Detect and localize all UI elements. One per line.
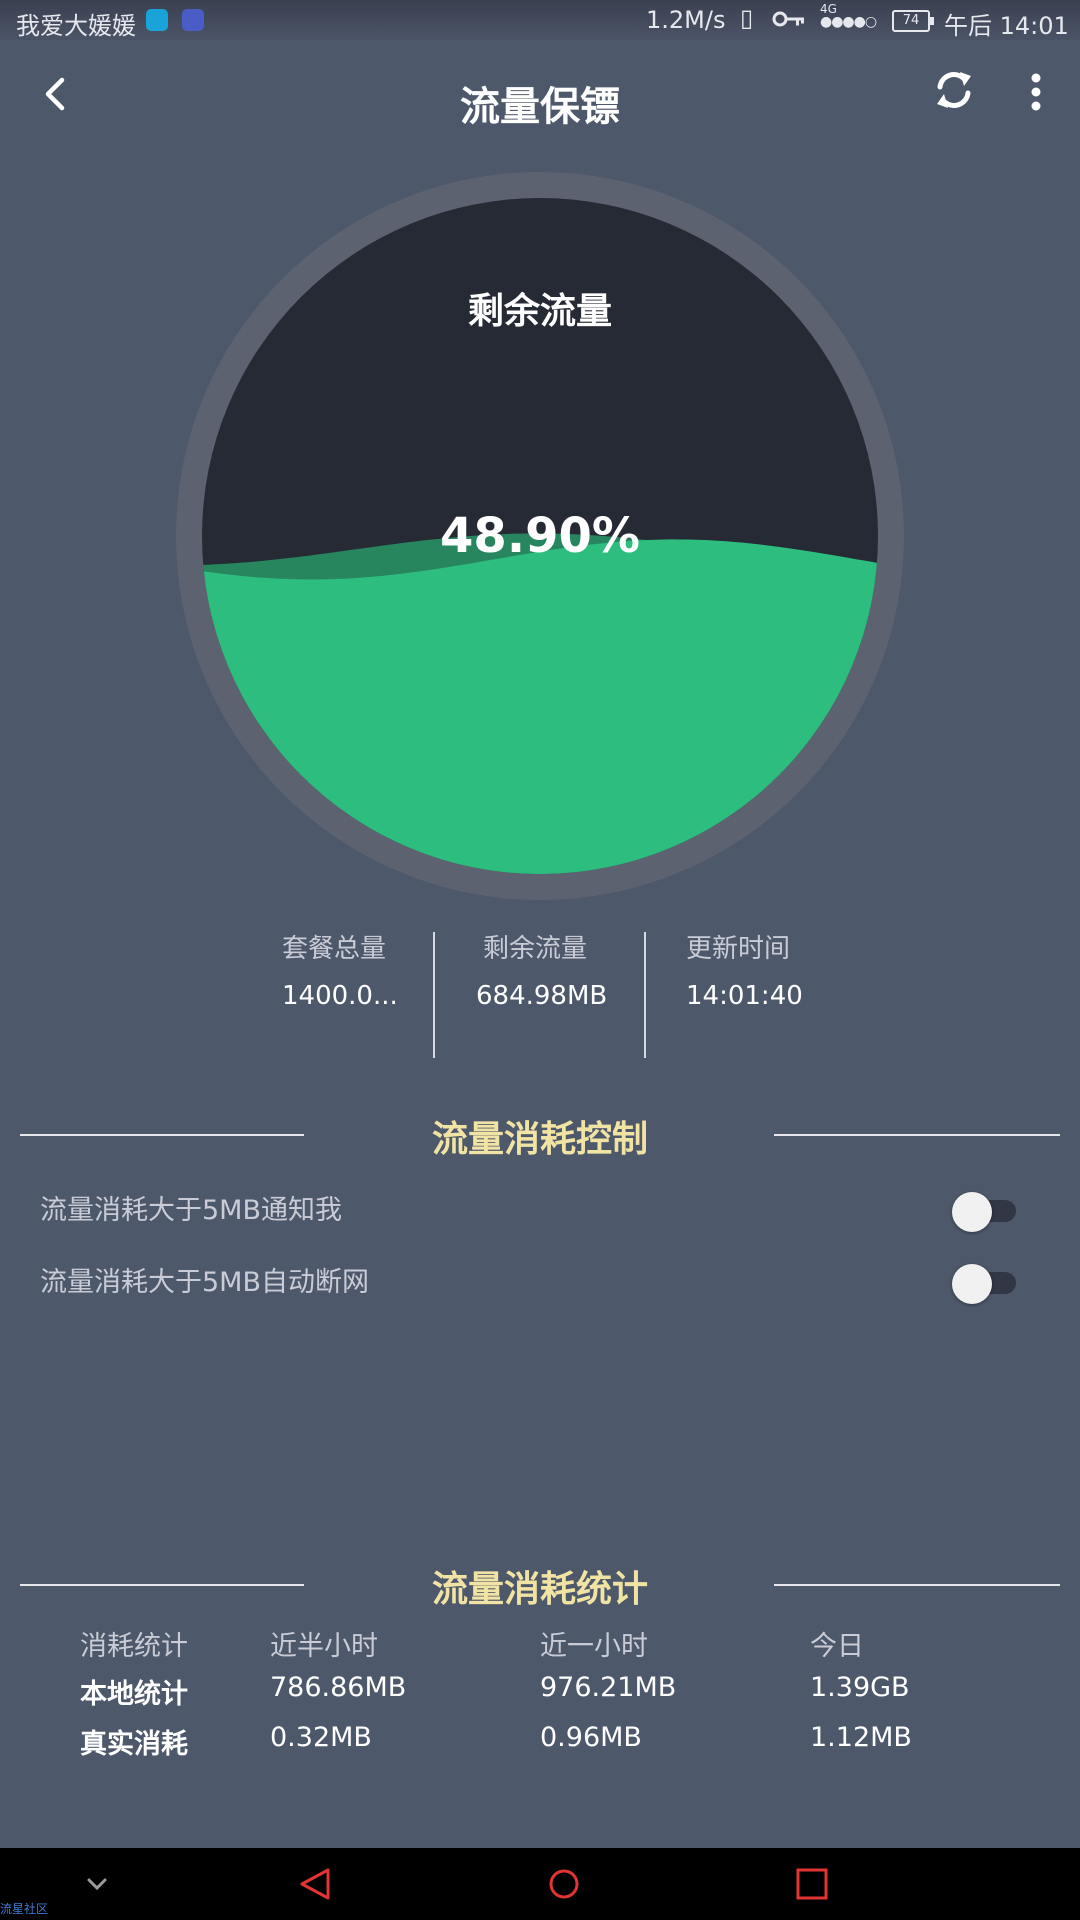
- system-nav-bar: [0, 1848, 1080, 1920]
- nav-home-icon[interactable]: [524, 1848, 604, 1920]
- disconnect-label: 流量消耗大于5MB自动断网: [40, 1267, 369, 1298]
- page-title: 流量保镖: [460, 84, 620, 130]
- gauge-fill: [202, 539, 878, 874]
- vpn-key-icon: [772, 11, 804, 27]
- total-column: 套餐总量 1400.0...: [282, 928, 398, 1011]
- real-today: 1.12MB: [810, 1722, 912, 1753]
- battery-icon: 74: [892, 10, 934, 32]
- remaining-value: 684.98MB: [476, 981, 608, 1011]
- refresh-icon[interactable]: [926, 62, 982, 118]
- gauge-label: 剩余流量: [467, 291, 612, 332]
- app-root: 我爱大媛媛 1.2M/s ▯ 4G ●●●●○ 74 午后 14:01 流量保镖: [0, 0, 1080, 1920]
- notify-label: 流量消耗大于5MB通知我: [40, 1195, 342, 1226]
- summary-panel: 套餐总量 1400.0... 剩余流量 684.98MB 更新时间 14:01:…: [0, 928, 1080, 1058]
- hide-nav-icon[interactable]: [57, 1848, 137, 1920]
- vibrate-icon: ▯: [740, 4, 754, 32]
- clock: 午后 14:01: [944, 12, 1069, 40]
- stats-header-cell: 今日: [810, 1631, 864, 1662]
- real-one-hour: 0.96MB: [540, 1722, 642, 1753]
- summary-divider: [644, 932, 646, 1058]
- network-speed: 1.2M/s: [646, 6, 726, 34]
- toggle-thumb: [952, 1264, 992, 1304]
- control-section-title: 流量消耗控制: [431, 1119, 648, 1160]
- disconnect-row: 流量消耗大于5MB自动断网: [0, 1250, 1080, 1310]
- notify-row: 流量消耗大于5MB通知我: [0, 1178, 1080, 1238]
- stats-section-title: 流量消耗统计: [431, 1569, 648, 1610]
- toggle-thumb: [952, 1192, 992, 1232]
- signal-icon: ●●●●○: [820, 14, 877, 30]
- stats-header-cell: 近一小时: [540, 1631, 648, 1662]
- update-column: 更新时间 14:01:40: [686, 928, 803, 1011]
- real-row-label: 真实消耗: [80, 1729, 188, 1760]
- more-options-icon[interactable]: [1016, 64, 1056, 120]
- remaining-column: 剩余流量 684.98MB: [476, 928, 607, 1011]
- summary-divider: [433, 932, 435, 1058]
- update-value: 14:01:40: [686, 981, 803, 1011]
- stats-section-header: 流量消耗统计: [0, 1560, 1080, 1610]
- local-one-hour: 976.21MB: [540, 1672, 677, 1703]
- control-section-header: 流量消耗控制: [0, 1110, 1080, 1160]
- header-line: [774, 1584, 1060, 1586]
- stats-header-cell: 近半小时: [270, 1631, 378, 1662]
- local-half-hour: 786.86MB: [270, 1672, 407, 1703]
- header-line: [774, 1134, 1060, 1136]
- toolbar: 流量保镖: [0, 40, 1080, 160]
- total-value: 1400.0...: [282, 981, 398, 1011]
- update-label: 更新时间: [686, 934, 791, 964]
- real-half-hour: 0.32MB: [270, 1722, 372, 1753]
- local-row-label: 本地统计: [80, 1679, 188, 1710]
- stats-header-cell: 消耗统计: [80, 1631, 188, 1662]
- carrier-name: 我爱大媛媛: [16, 12, 136, 40]
- remaining-label: 剩余流量: [483, 934, 588, 964]
- disconnect-toggle[interactable]: [952, 1262, 1018, 1304]
- total-label: 套餐总量: [282, 934, 387, 964]
- notify-toggle[interactable]: [952, 1190, 1018, 1232]
- watermark-text: 流星社区: [0, 1902, 49, 1916]
- app-notification-icon: [146, 9, 168, 31]
- nav-recents-icon[interactable]: [772, 1848, 852, 1920]
- status-bar: 我爱大媛媛 1.2M/s ▯ 4G ●●●●○ 74 午后 14:01: [0, 0, 1080, 40]
- gauge-percent: 48.90%: [440, 508, 640, 564]
- nav-back-icon[interactable]: [276, 1848, 356, 1920]
- rocket-notification-icon: [182, 9, 204, 31]
- local-today: 1.39GB: [810, 1672, 910, 1703]
